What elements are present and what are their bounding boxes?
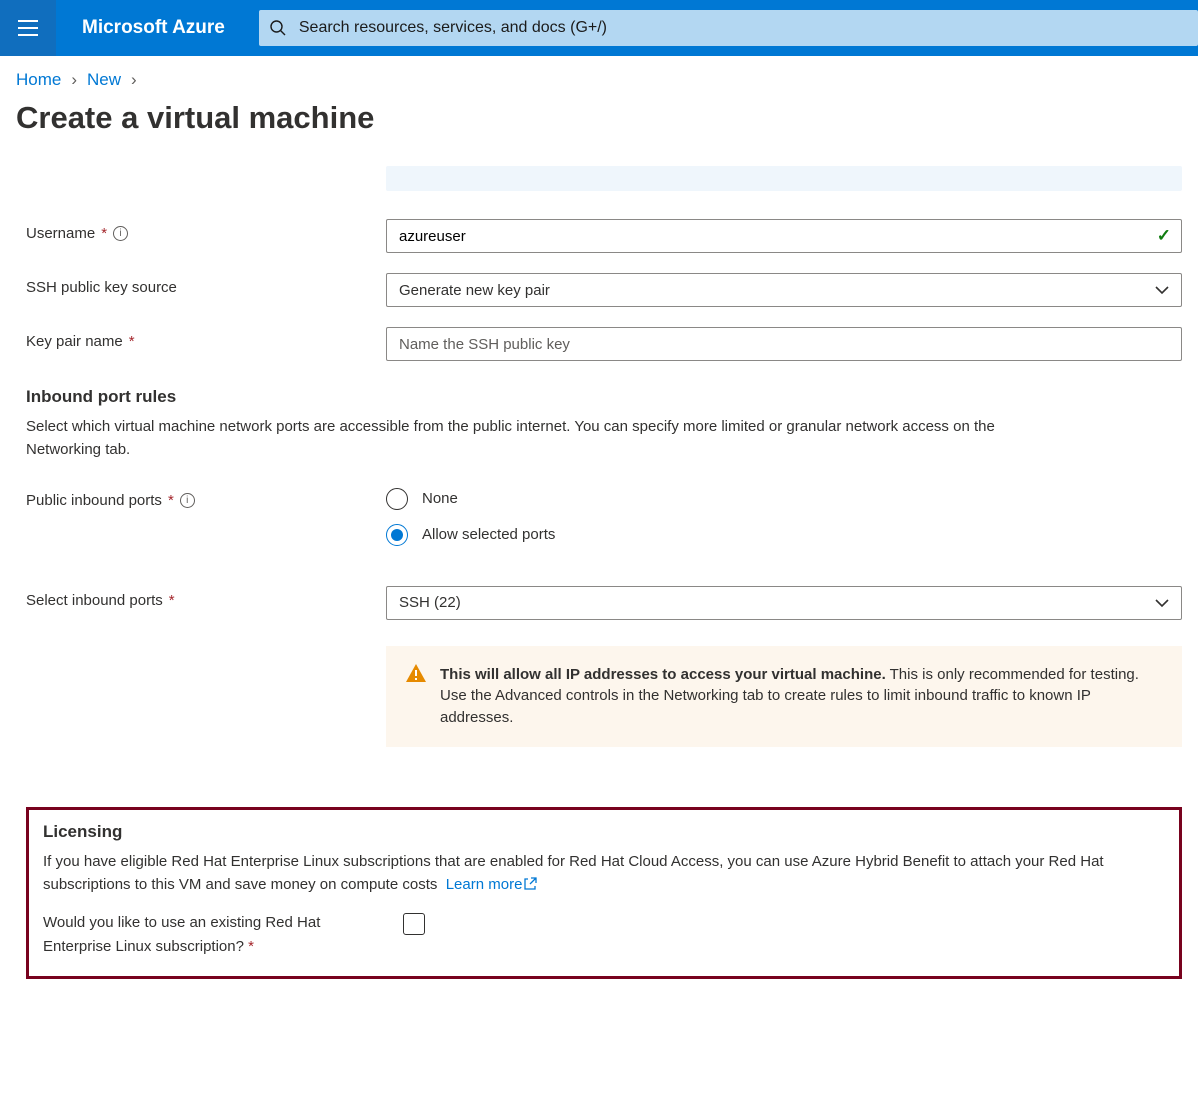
warning-text: This will allow all IP addresses to acce… xyxy=(440,664,1162,729)
inbound-section-title: Inbound port rules xyxy=(26,387,1182,407)
row-ssh-source: SSH public key source Generate new key p… xyxy=(26,273,1182,307)
select-ports-select[interactable]: SSH (22) xyxy=(386,586,1182,620)
username-label-text: Username xyxy=(26,225,95,242)
learn-more-link[interactable]: Learn more xyxy=(446,876,538,893)
licensing-title: Licensing xyxy=(43,822,1165,842)
username-control: ✓ xyxy=(386,219,1182,253)
radio-circle-selected-icon xyxy=(386,524,408,546)
info-icon[interactable]: i xyxy=(113,226,128,241)
radio-none-label: None xyxy=(422,490,458,507)
public-ports-label: Public inbound ports * i xyxy=(26,486,386,509)
checkmark-icon: ✓ xyxy=(1157,226,1171,246)
warning-bold: This will allow all IP addresses to acce… xyxy=(440,666,886,683)
ip-warning-box: This will allow all IP addresses to acce… xyxy=(386,646,1182,747)
licensing-desc-text: If you have eligible Red Hat Enterprise … xyxy=(43,853,1104,893)
required-star: * xyxy=(168,492,174,509)
search-icon xyxy=(269,19,287,37)
row-public-ports: Public inbound ports * i None Allow sele… xyxy=(26,486,1182,546)
external-link-icon xyxy=(524,874,537,897)
info-banner-placeholder xyxy=(386,166,1182,191)
licensing-desc: If you have eligible Red Hat Enterprise … xyxy=(43,850,1165,898)
licensing-section: Licensing If you have eligible Red Hat E… xyxy=(26,807,1182,979)
radio-none[interactable]: None xyxy=(386,488,1182,510)
select-ports-value: SSH (22) xyxy=(399,594,461,611)
required-star: * xyxy=(101,225,107,242)
radio-allow-label: Allow selected ports xyxy=(422,526,555,543)
row-username: Username * i ✓ xyxy=(26,219,1182,253)
ssh-source-value: Generate new key pair xyxy=(399,282,550,299)
licensing-checkbox[interactable] xyxy=(403,913,425,935)
licensing-question-text: Would you like to use an existing Red Ha… xyxy=(43,914,320,954)
search-container xyxy=(251,4,1198,52)
licensing-question-label: Would you like to use an existing Red Ha… xyxy=(43,911,383,958)
search-input[interactable] xyxy=(295,15,1188,41)
breadcrumb-new[interactable]: New xyxy=(87,70,121,90)
select-ports-label-text: Select inbound ports xyxy=(26,592,163,609)
public-ports-radio-group: None Allow selected ports xyxy=(386,486,1182,546)
keypair-input[interactable] xyxy=(386,327,1182,361)
chevron-right-icon: › xyxy=(131,70,137,90)
row-keypair: Key pair name * xyxy=(26,327,1182,361)
radio-circle-icon xyxy=(386,488,408,510)
chevron-right-icon: › xyxy=(71,70,77,90)
chevron-down-icon xyxy=(1155,285,1169,295)
ssh-source-label-text: SSH public key source xyxy=(26,279,177,296)
info-icon[interactable]: i xyxy=(180,493,195,508)
learn-more-text: Learn more xyxy=(446,876,523,893)
hamburger-menu-button[interactable] xyxy=(0,0,56,56)
breadcrumb-home[interactable]: Home xyxy=(16,70,61,90)
top-bar: Microsoft Azure xyxy=(0,0,1198,56)
search-box[interactable] xyxy=(259,10,1198,46)
username-input-wrap[interactable]: ✓ xyxy=(386,219,1182,253)
hamburger-icon xyxy=(18,20,38,36)
inbound-section-desc: Select which virtual machine network por… xyxy=(26,415,1066,462)
keypair-control xyxy=(386,327,1182,361)
ssh-source-select[interactable]: Generate new key pair xyxy=(386,273,1182,307)
select-ports-control: SSH (22) xyxy=(386,586,1182,620)
keypair-label: Key pair name * xyxy=(26,327,386,350)
licensing-question-row: Would you like to use an existing Red Ha… xyxy=(43,911,1165,958)
ssh-source-label: SSH public key source xyxy=(26,273,386,296)
username-input[interactable] xyxy=(399,228,1145,245)
page-title: Create a virtual machine xyxy=(16,100,1182,136)
breadcrumb: Home › New › xyxy=(16,70,1182,90)
form-area: Username * i ✓ SSH public key source Gen… xyxy=(16,166,1182,979)
page-content: Home › New › Create a virtual machine Us… xyxy=(0,56,1198,1003)
radio-allow-selected[interactable]: Allow selected ports xyxy=(386,524,1182,546)
username-label: Username * i xyxy=(26,219,386,242)
public-ports-label-text: Public inbound ports xyxy=(26,492,162,509)
required-star: * xyxy=(248,938,254,955)
radio-dot-icon xyxy=(391,529,403,541)
brand-label: Microsoft Azure xyxy=(56,17,251,39)
ssh-source-control: Generate new key pair xyxy=(386,273,1182,307)
required-star: * xyxy=(129,333,135,350)
warning-icon xyxy=(406,664,426,729)
row-select-ports: Select inbound ports * SSH (22) xyxy=(26,586,1182,620)
required-star: * xyxy=(169,592,175,609)
chevron-down-icon xyxy=(1155,598,1169,608)
keypair-label-text: Key pair name xyxy=(26,333,123,350)
select-ports-label: Select inbound ports * xyxy=(26,586,386,609)
